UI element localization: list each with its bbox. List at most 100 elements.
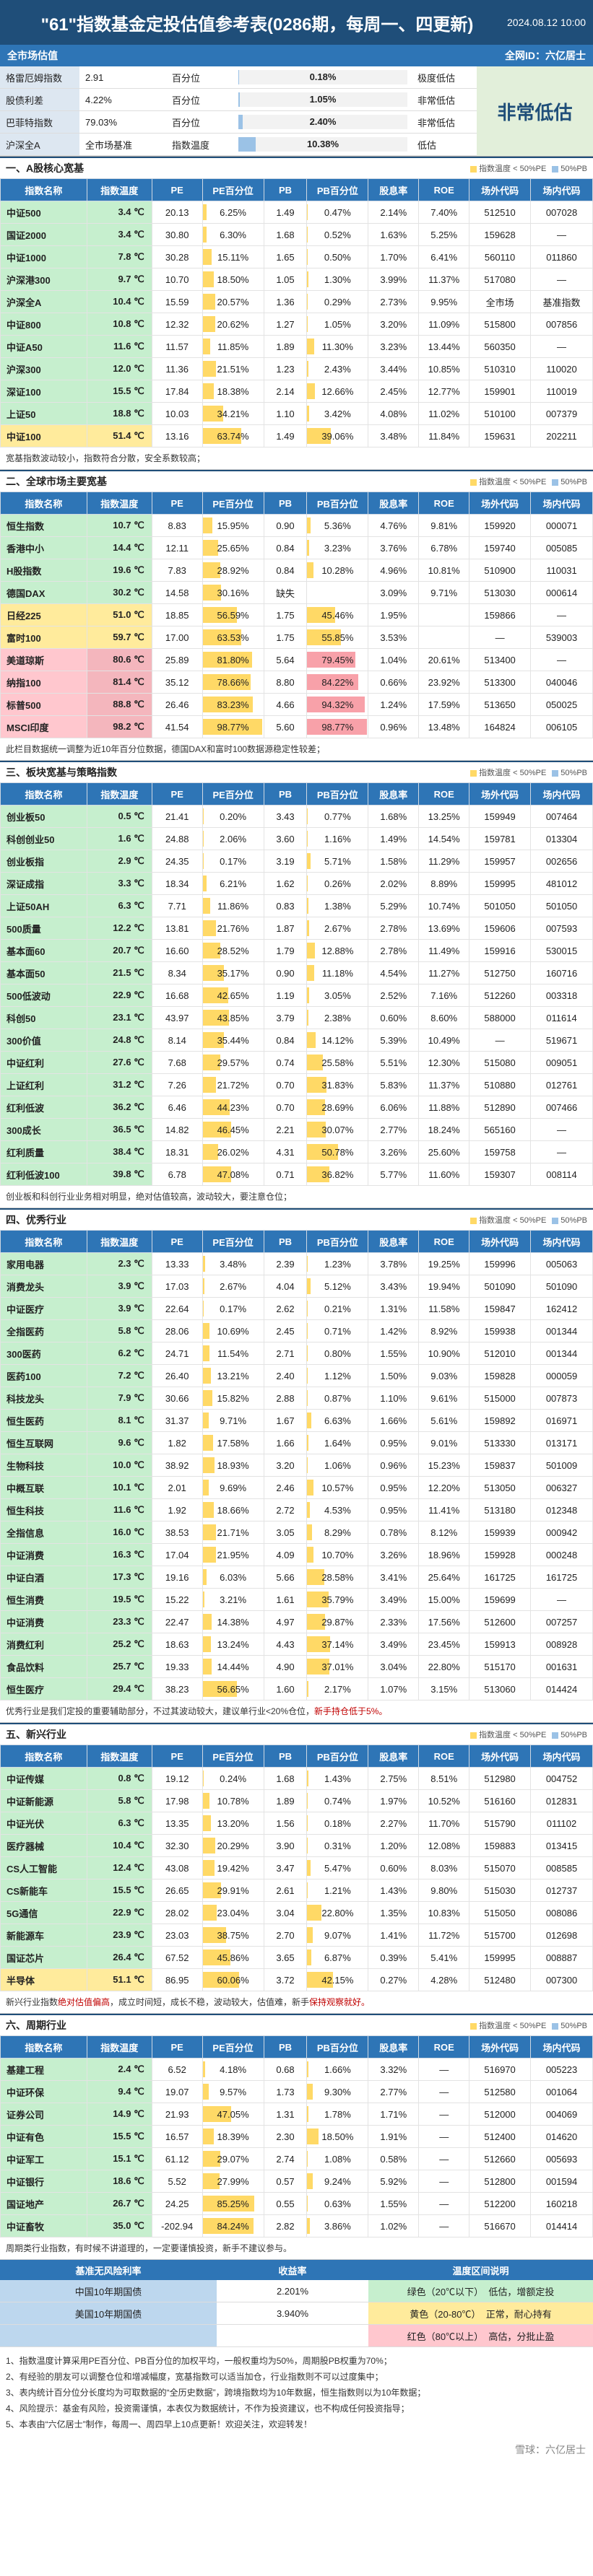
column-header[interactable]: PB bbox=[263, 782, 308, 805]
table-row[interactable]: 中证消费 16.3 ℃ 17.04 21.95% 4.09 10.70% 3.26% 18.9… bbox=[0, 1543, 593, 1566]
table-row[interactable]: 中证800 10.8 ℃ 12.32 20.62% 1.27 1.05% 3.20% 11.0… bbox=[0, 313, 593, 336]
index-name[interactable]: 德国DAX bbox=[0, 581, 87, 604]
index-name[interactable]: 500质量 bbox=[0, 917, 87, 940]
table-row[interactable]: 消费红利 25.2 ℃ 18.63 13.24% 4.43 37.14% 3.49% 23.4… bbox=[0, 1633, 593, 1656]
table-row[interactable]: 国证地产 26.7 ℃ 24.25 85.25% 0.55 0.63% 1.55% —5122… bbox=[0, 2192, 593, 2215]
table-row[interactable]: 美道琼斯 80.6 ℃ 25.89 81.80% 5.64 79.45% 1.04% 20.6… bbox=[0, 648, 593, 671]
table-row[interactable]: 基本面60 20.7 ℃ 16.60 28.52% 1.79 12.88% 2.78% 11.… bbox=[0, 939, 593, 962]
index-name[interactable]: 医疗器械 bbox=[0, 1834, 87, 1857]
table-row[interactable]: 中证有色 15.5 ℃ 16.57 18.39% 2.30 18.50% 1.91% —512… bbox=[0, 2125, 593, 2148]
index-name[interactable]: 上证50AH bbox=[0, 894, 87, 917]
column-header[interactable]: 指数名称 bbox=[0, 1745, 87, 1768]
table-row[interactable]: 中证传媒 0.8 ℃ 19.12 0.24% 1.68 1.43% 2.75% 8.51% 51… bbox=[0, 1767, 593, 1790]
table-row[interactable]: 深证100 15.5 ℃ 17.84 18.38% 2.14 12.66% 2.45% 12.… bbox=[0, 380, 593, 403]
index-name[interactable]: 新能源车 bbox=[0, 1924, 87, 1947]
column-header[interactable]: 股息率 bbox=[368, 1745, 420, 1768]
table-row[interactable]: H股指数 19.6 ℃ 7.83 28.92% 0.84 10.28% 4.96% 10.81… bbox=[0, 559, 593, 582]
column-header[interactable]: PB bbox=[263, 492, 308, 515]
index-name[interactable]: CS新能车 bbox=[0, 1879, 87, 1902]
table-row[interactable]: 国证芯片 26.4 ℃ 67.52 45.86% 3.65 6.87% 0.39% 5.41%… bbox=[0, 1946, 593, 1969]
column-header[interactable]: PE百分位 bbox=[202, 1745, 264, 1768]
index-name[interactable]: 恒生互联网 bbox=[0, 1431, 87, 1454]
column-header[interactable]: 指数名称 bbox=[0, 492, 87, 515]
index-name[interactable]: 深证成指 bbox=[0, 872, 87, 895]
index-name[interactable]: 生物科技 bbox=[0, 1454, 87, 1477]
column-header[interactable]: 指数名称 bbox=[0, 782, 87, 805]
column-header[interactable]: PE百分位 bbox=[202, 492, 264, 515]
table-row[interactable]: 500低波动 22.9 ℃ 16.68 42.65% 1.19 3.05% 2.52% 7.1… bbox=[0, 984, 593, 1007]
table-row[interactable]: 家用电器 2.3 ℃ 13.33 3.48% 2.39 1.23% 3.78% 19.25% 1… bbox=[0, 1252, 593, 1275]
column-header[interactable]: PB百分位 bbox=[306, 178, 369, 201]
table-row[interactable]: 中证医疗 3.9 ℃ 22.64 0.17% 2.62 0.21% 1.31% 11.58% 1… bbox=[0, 1297, 593, 1320]
table-row[interactable]: 上证50 18.8 ℃ 10.03 34.21% 1.10 3.42% 4.08% 11.02… bbox=[0, 402, 593, 425]
index-name[interactable]: 全指医药 bbox=[0, 1319, 87, 1342]
index-name[interactable]: 中证消费 bbox=[0, 1610, 87, 1633]
column-header[interactable]: 指数温度 bbox=[86, 492, 152, 515]
column-header[interactable]: 指数温度 bbox=[86, 178, 152, 201]
column-header[interactable]: PB bbox=[263, 178, 308, 201]
table-row[interactable]: 中证银行 18.6 ℃ 5.52 27.99% 0.57 9.24% 5.92% —51280… bbox=[0, 2170, 593, 2193]
column-header[interactable]: 场内代码 bbox=[530, 1745, 593, 1768]
index-name[interactable]: MSCI印度 bbox=[0, 715, 87, 738]
column-header[interactable]: ROE bbox=[418, 1745, 470, 1768]
column-header[interactable]: PE百分位 bbox=[202, 2035, 264, 2058]
column-header[interactable]: PE百分位 bbox=[202, 178, 264, 201]
index-name[interactable]: 沪深港300 bbox=[0, 268, 87, 291]
index-name[interactable]: 香港中小 bbox=[0, 536, 87, 559]
index-name[interactable]: H股指数 bbox=[0, 559, 87, 582]
column-header[interactable]: 股息率 bbox=[368, 2035, 420, 2058]
column-header[interactable]: 场外代码 bbox=[469, 1745, 532, 1768]
column-header[interactable]: 股息率 bbox=[368, 178, 420, 201]
table-row[interactable]: 日经225 51.0 ℃ 18.85 56.59% 1.75 45.46% 1.95% 159… bbox=[0, 603, 593, 626]
table-row[interactable]: 食品饮料 25.7 ℃ 19.33 14.44% 4.90 37.01% 3.04% 22.8… bbox=[0, 1655, 593, 1678]
table-row[interactable]: 恒生互联网 9.6 ℃ 1.82 17.58% 1.66 1.64% 0.95% 9.01% 5… bbox=[0, 1431, 593, 1454]
table-row[interactable]: 富时100 59.7 ℃ 17.00 63.53% 1.75 55.85% 3.53% —53… bbox=[0, 626, 593, 649]
table-row[interactable]: 中概互联 10.1 ℃ 2.01 9.69% 2.46 10.57% 0.95% 12.20%… bbox=[0, 1476, 593, 1499]
index-name[interactable]: 医药100 bbox=[0, 1364, 87, 1387]
index-name[interactable]: 红利质量 bbox=[0, 1140, 87, 1163]
index-name[interactable]: 美道琼斯 bbox=[0, 648, 87, 671]
table-row[interactable]: 中证100 51.4 ℃ 13.16 63.74% 1.49 39.06% 3.48% 11.… bbox=[0, 424, 593, 447]
index-name[interactable]: 食品饮料 bbox=[0, 1655, 87, 1678]
column-header[interactable]: 指数温度 bbox=[86, 1745, 152, 1768]
index-name[interactable]: 300医药 bbox=[0, 1342, 87, 1365]
index-name[interactable]: 家用电器 bbox=[0, 1252, 87, 1275]
table-row[interactable]: 300成长 36.5 ℃ 14.82 46.45% 2.21 30.07% 2.77% 18.… bbox=[0, 1118, 593, 1141]
column-header[interactable]: PB百分位 bbox=[306, 782, 369, 805]
column-header[interactable]: PB bbox=[263, 1745, 308, 1768]
table-row[interactable]: 中证环保 9.4 ℃ 19.07 9.57% 1.73 9.30% 2.77% —512580… bbox=[0, 2080, 593, 2103]
column-header[interactable]: PE百分位 bbox=[202, 1230, 264, 1253]
table-row[interactable]: 深证成指 3.3 ℃ 18.34 6.21% 1.62 0.26% 2.02% 8.89% 15… bbox=[0, 872, 593, 895]
column-header[interactable]: 场外代码 bbox=[469, 782, 532, 805]
column-header[interactable]: PB百分位 bbox=[306, 1745, 369, 1768]
table-row[interactable]: 恒生医疗 29.4 ℃ 38.23 56.65% 1.60 2.17% 1.07% 3.15%… bbox=[0, 1677, 593, 1700]
index-name[interactable]: 红利低波100 bbox=[0, 1163, 87, 1186]
table-row[interactable]: 300医药 6.2 ℃ 24.71 11.54% 2.71 0.80% 1.55% 10.90… bbox=[0, 1342, 593, 1365]
table-row[interactable]: 消费龙头 3.9 ℃ 17.03 2.67% 4.04 5.12% 3.43% 19.94% 5… bbox=[0, 1275, 593, 1298]
index-name[interactable]: 科技龙头 bbox=[0, 1387, 87, 1410]
table-row[interactable]: 基建工程 2.4 ℃ 6.52 4.18% 0.68 1.66% 3.32% —516970 0… bbox=[0, 2058, 593, 2081]
column-header[interactable]: PB百分位 bbox=[306, 1230, 369, 1253]
index-name[interactable]: 中证军工 bbox=[0, 2147, 87, 2170]
table-row[interactable]: 上证红利 31.2 ℃ 7.26 21.72% 0.70 31.83% 5.83% 11.37… bbox=[0, 1073, 593, 1096]
table-row[interactable]: 中证新能源 5.8 ℃ 17.98 10.78% 1.89 0.74% 1.97% 10.52… bbox=[0, 1789, 593, 1812]
column-header[interactable]: 场内代码 bbox=[530, 178, 593, 201]
index-name[interactable]: 300价值 bbox=[0, 1029, 87, 1052]
table-row[interactable]: 纳指100 81.4 ℃ 35.12 78.66% 8.80 84.22% 0.66% 23.… bbox=[0, 671, 593, 694]
index-name[interactable]: 沪深全A bbox=[0, 290, 87, 313]
index-name[interactable]: 标普500 bbox=[0, 693, 87, 716]
column-header[interactable]: PB bbox=[263, 2035, 308, 2058]
index-name[interactable]: 500低波动 bbox=[0, 984, 87, 1007]
index-name[interactable]: 红利低波 bbox=[0, 1096, 87, 1119]
table-row[interactable]: 恒生消费 19.5 ℃ 15.22 3.21% 1.61 35.79% 3.49% 15.00… bbox=[0, 1588, 593, 1611]
index-name[interactable]: 消费红利 bbox=[0, 1633, 87, 1656]
table-row[interactable]: 恒生指数 10.7 ℃ 8.83 15.95% 0.90 5.36% 4.76% 9.81% 1… bbox=[0, 514, 593, 537]
column-header[interactable]: 指数温度 bbox=[86, 1230, 152, 1253]
table-row[interactable]: MSCI印度 98.2 ℃ 41.54 98.77% 5.60 98.77% 0.96% 13… bbox=[0, 715, 593, 738]
index-name[interactable]: 中证银行 bbox=[0, 2170, 87, 2193]
column-header[interactable]: 场外代码 bbox=[469, 492, 532, 515]
index-name[interactable]: 上证红利 bbox=[0, 1073, 87, 1096]
column-header[interactable]: ROE bbox=[418, 492, 470, 515]
index-name[interactable]: 创业板50 bbox=[0, 805, 87, 828]
index-name[interactable]: 中证100 bbox=[0, 424, 87, 447]
